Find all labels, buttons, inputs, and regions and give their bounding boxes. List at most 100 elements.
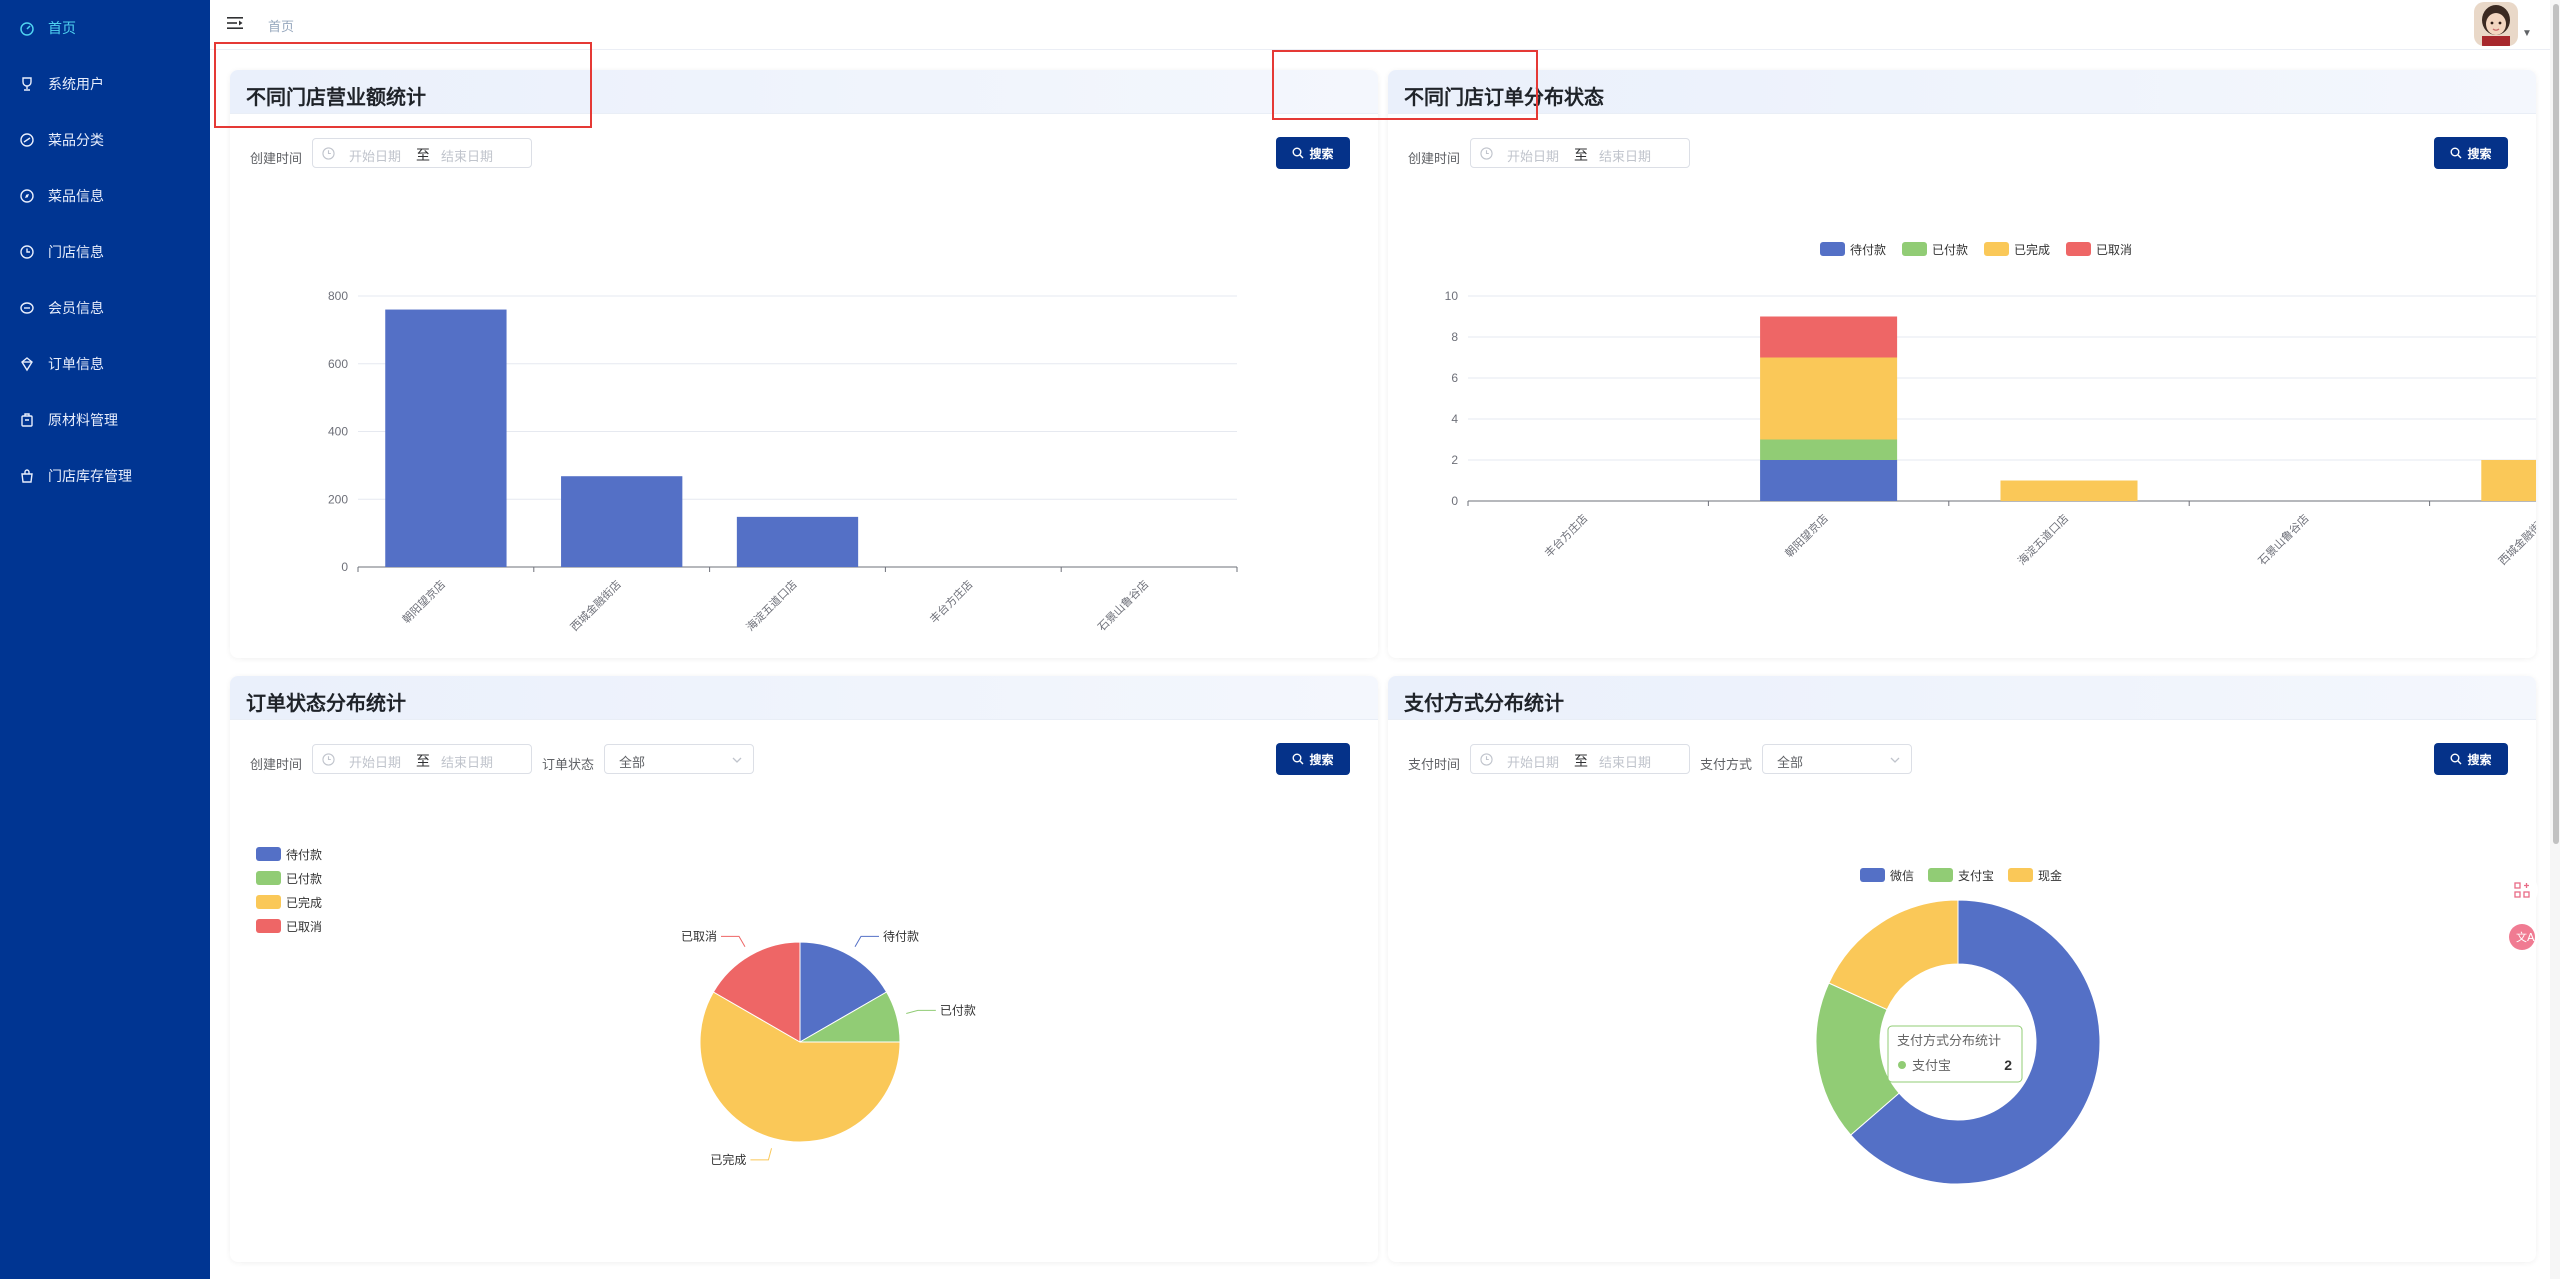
order-icon xyxy=(18,355,36,373)
sidebar-item-label: 订单信息 xyxy=(48,356,104,372)
order-status-pie-chart: 待付款已付款已完成已取消待付款已付款已完成已取消 xyxy=(256,847,976,1167)
breadcrumb: 首页 xyxy=(268,19,295,34)
y-tick-label: 4 xyxy=(1451,412,1458,426)
pie-label: 已完成 xyxy=(710,1152,746,1167)
sidebar-item-label: 会员信息 xyxy=(48,300,104,316)
y-tick-label: 0 xyxy=(1451,494,1458,508)
sidebar-item-label: 系统用户 xyxy=(48,76,104,92)
dashboard-icon xyxy=(18,19,36,37)
y-tick-label: 2 xyxy=(1451,453,1458,467)
sidebar-item-label: 菜品分类 xyxy=(48,132,104,148)
revenue-card: 不同门店营业额统计 创建时间 开始日期 至 结束日期 搜索 0 200 400 600… xyxy=(230,70,1378,658)
legend-swatch xyxy=(256,871,281,885)
sidebar-item[interactable]: 订单信息 xyxy=(0,346,210,382)
sidebar-item[interactable]: 会员信息 xyxy=(0,290,210,326)
legend-label: 支付宝 xyxy=(1958,869,1994,883)
sidebar-item[interactable]: 原材料管理 xyxy=(0,402,210,438)
x-tick-label: 石景山鲁谷店 xyxy=(1095,577,1152,634)
stacked-bar-segment xyxy=(1760,439,1898,460)
x-tick-label: 石景山鲁谷店 xyxy=(2255,511,2312,568)
tooltip-value: 2 xyxy=(2004,1057,2012,1073)
order-status-card: 订单状态分布统计 创建时间 开始日期 至 结束日期 订单状态 全部 搜索 待付款… xyxy=(230,676,1378,1262)
sidebar-item[interactable]: 系统用户 xyxy=(0,66,210,102)
y-tick-label: 6 xyxy=(1451,371,1458,385)
scrollbar-thumb[interactable] xyxy=(2553,4,2559,844)
sidebar-item-label: 门店信息 xyxy=(48,244,104,260)
annotation-box xyxy=(1272,50,1538,120)
bar xyxy=(736,516,859,567)
y-tick-label: 600 xyxy=(328,357,348,371)
translate-icon[interactable]: 文A xyxy=(2506,921,2538,953)
apps-add-icon[interactable] xyxy=(2506,874,2538,906)
x-tick-label: 海淀五道口店 xyxy=(743,577,800,634)
sidebar-item[interactable]: 门店库存管理 xyxy=(0,458,210,494)
pie-label-line xyxy=(854,935,879,947)
sidebar-item[interactable]: 门店信息 xyxy=(0,234,210,270)
legend-label: 待付款 xyxy=(286,848,322,862)
sidebar: 首页系统用户菜品分类菜品信息门店信息会员信息订单信息原材料管理门店库存管理 xyxy=(0,0,210,1279)
x-tick-label: 西城金融街店 xyxy=(567,577,624,634)
stacked-bar-segment xyxy=(1760,460,1898,501)
legend-label: 现金 xyxy=(2038,868,2062,883)
avatar-image xyxy=(2474,2,2518,46)
pie-label-line xyxy=(750,1148,773,1161)
coin-icon xyxy=(18,299,36,317)
legend-label: 待付款 xyxy=(1850,243,1886,257)
legend-label: 已付款 xyxy=(1932,243,1968,257)
x-tick-label: 丰台方庄店 xyxy=(1542,511,1591,560)
hamburger-icon[interactable] xyxy=(226,14,244,32)
pie-label-line xyxy=(721,935,746,947)
y-tick-label: 10 xyxy=(1445,289,1459,303)
pie-label: 待付款 xyxy=(883,929,919,943)
sidebar-item[interactable]: 首页 xyxy=(0,10,210,46)
legend-swatch xyxy=(1860,868,1885,882)
legend-swatch xyxy=(1928,868,1953,882)
revenue-bar-chart: 0 200 400 600 800 朝阳望京店 西城金融街店 海淀五道口店 丰台方庄店 石景山鲁谷… xyxy=(328,289,1238,634)
svg-text:文A: 文A xyxy=(2516,930,2535,944)
stacked-bar-segment xyxy=(1760,316,1898,358)
material-icon xyxy=(18,411,36,429)
pie-label-line xyxy=(906,1009,936,1015)
order-status-by-store-card: 不同门店订单分布状态 创建时间 开始日期 至 结束日期 搜索 待付款 已付款 已完成… xyxy=(1388,70,2536,658)
legend-label: 已完成 xyxy=(286,895,322,910)
tooltip-marker xyxy=(1898,1061,1906,1069)
x-tick-label: 丰台方庄店 xyxy=(927,577,976,626)
legend-swatch xyxy=(256,847,281,861)
clock-icon xyxy=(18,243,36,261)
x-tick-label: 朝阳望京店 xyxy=(1782,511,1831,560)
order-status-stacked-bar-chart: 待付款 已付款 已完成 已取消 0 2 4 6 8 10 丰台方庄店 朝阳望京店 海淀五道口店 石景山鲁谷… xyxy=(1445,242,2536,568)
payment-method-card: 支付方式分布统计 支付时间 开始日期 至 结束日期 支付方式 全部 搜索 微信支… xyxy=(1388,676,2536,1262)
stacked-bar-segment xyxy=(2000,480,2138,501)
dish-category-icon xyxy=(18,131,36,149)
annotation-box xyxy=(214,42,592,128)
legend-label: 已完成 xyxy=(2014,242,2050,257)
legend-swatch xyxy=(2066,242,2091,256)
x-tick-label: 西城金融街店 xyxy=(2495,511,2536,568)
legend-swatch xyxy=(1820,242,1845,256)
legend-label: 已取消 xyxy=(286,920,322,934)
legend-swatch xyxy=(256,895,281,909)
sidebar-item[interactable]: 菜品信息 xyxy=(0,178,210,214)
legend-swatch xyxy=(1984,242,2009,256)
main-area: 首页 ▼ 不同门店营业额统计 创建时间 开始日期 至 结束日期 搜索 0 200… xyxy=(210,0,2560,1279)
sidebar-item-label: 门店库存管理 xyxy=(48,468,132,484)
y-tick-label: 200 xyxy=(328,492,348,506)
avatar[interactable] xyxy=(2474,2,2518,46)
compass-icon xyxy=(18,187,36,205)
stacked-bar-segment xyxy=(1760,357,1898,440)
sidebar-item[interactable]: 菜品分类 xyxy=(0,122,210,158)
bar xyxy=(561,476,683,567)
stacked-bar-segment xyxy=(2481,460,2536,501)
legend-swatch xyxy=(2008,868,2033,882)
legend-swatch xyxy=(256,919,281,933)
y-tick-label: 400 xyxy=(328,425,348,439)
sidebar-item-label: 菜品信息 xyxy=(48,188,104,204)
bar xyxy=(385,309,507,567)
legend-label: 已取消 xyxy=(2096,243,2132,257)
trophy-icon xyxy=(18,75,36,93)
caret-down-icon[interactable]: ▼ xyxy=(2522,28,2532,39)
sidebar-item-label: 首页 xyxy=(48,20,76,36)
sidebar-item-label: 原材料管理 xyxy=(48,412,118,428)
y-tick-label: 800 xyxy=(328,289,348,303)
pie-label: 已付款 xyxy=(940,1003,976,1017)
